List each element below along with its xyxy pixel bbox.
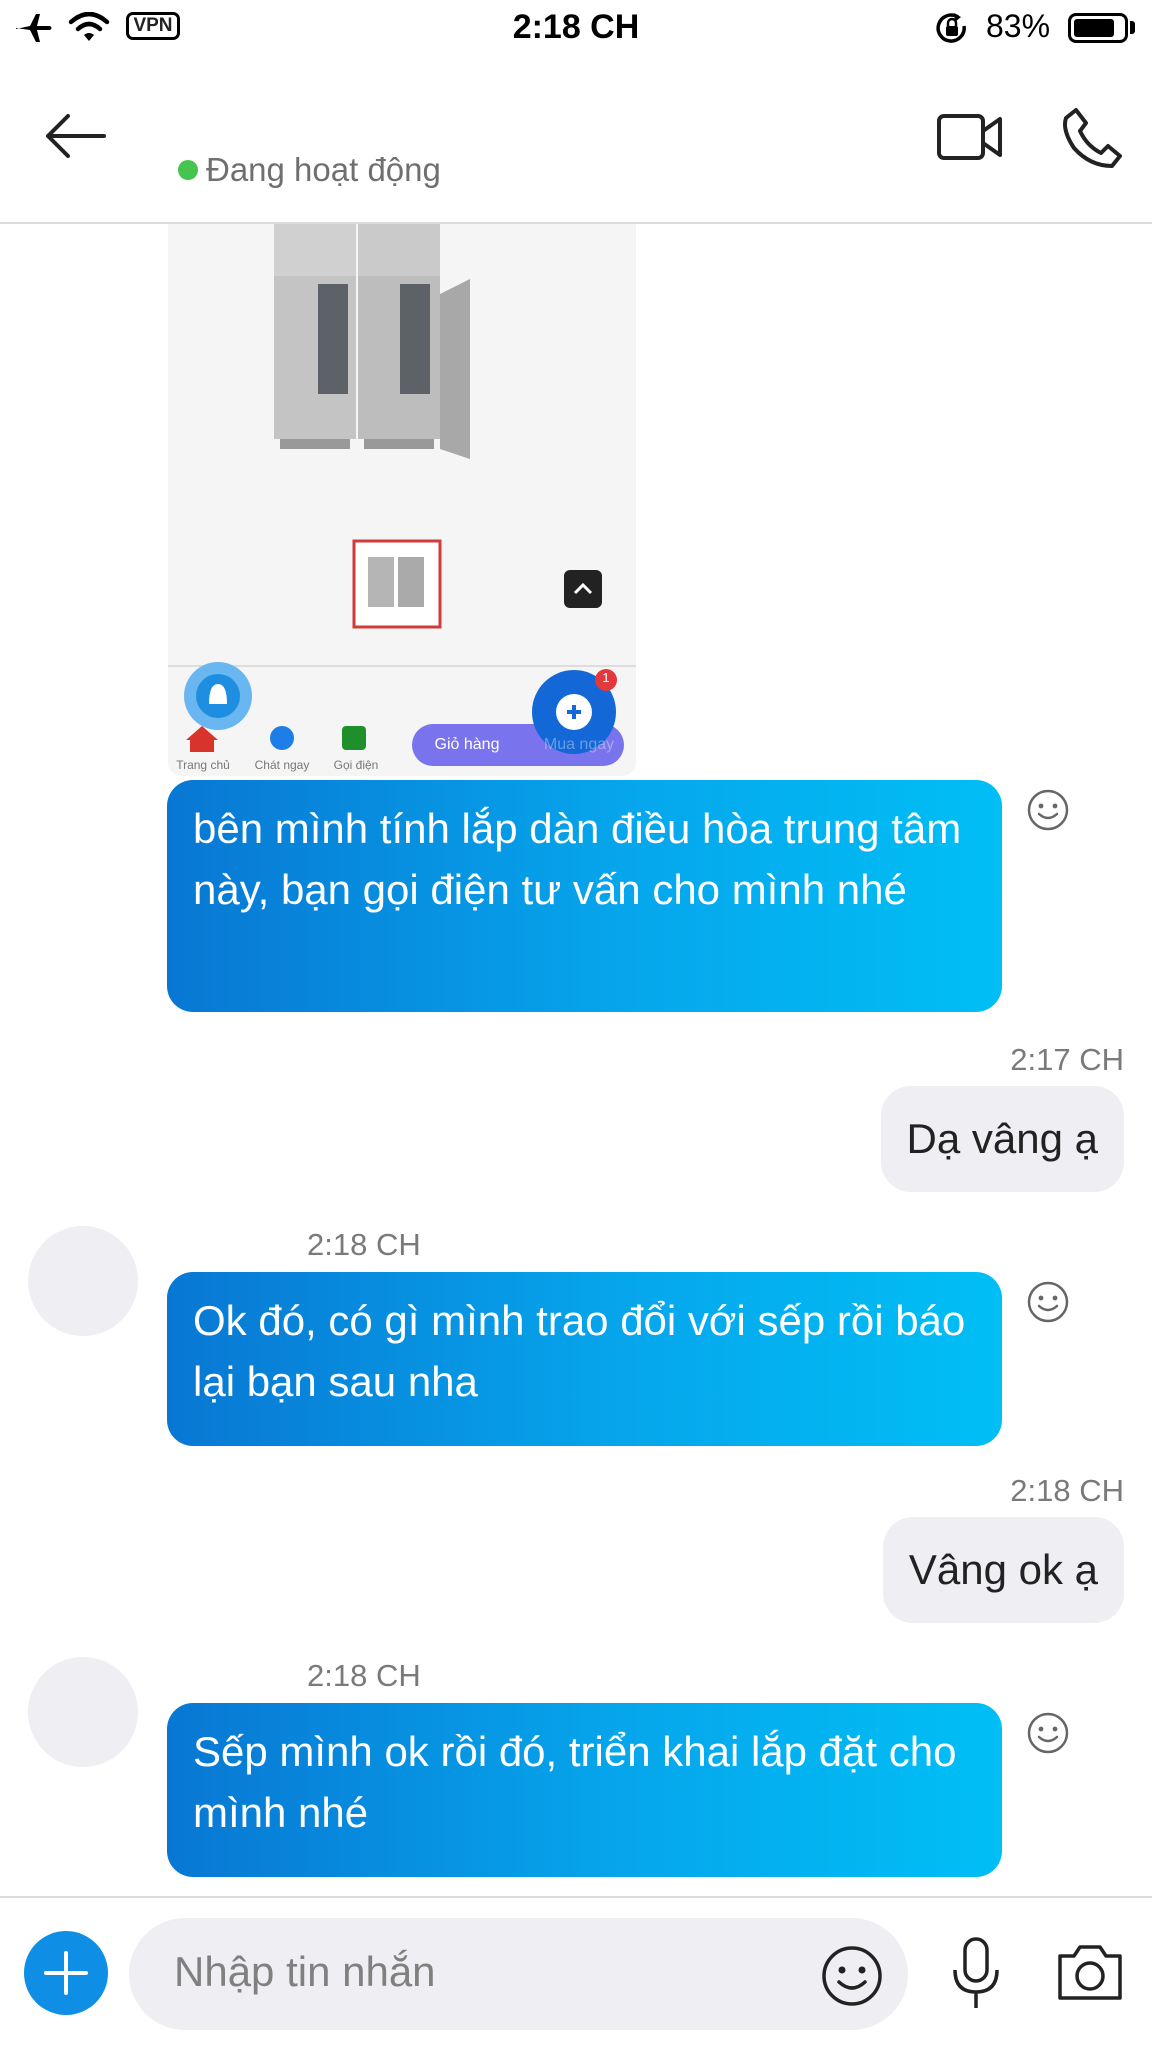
- react-emoji-icon[interactable]: [1026, 1711, 1070, 1755]
- chat-badge: 1: [602, 670, 610, 685]
- message-bubble-incoming[interactable]: Vâng ok ạ: [882, 1517, 1124, 1623]
- orientation-lock-icon: [936, 13, 966, 43]
- online-status: Đang hoạt động: [206, 151, 441, 188]
- battery-icon: [1068, 13, 1128, 43]
- phone-call-icon[interactable]: [1062, 106, 1124, 170]
- avatar[interactable]: [28, 1226, 138, 1336]
- shared-product-image[interactable]: Trang chủ Chát ngay Gọi điện Giỏ hàng Mu…: [168, 224, 636, 776]
- message-list[interactable]: Trang chủ Chát ngay Gọi điện Giỏ hàng Mu…: [0, 224, 1152, 1896]
- react-emoji-icon[interactable]: [1026, 788, 1070, 832]
- status-bar: VPN 2:18 CH 83%: [0, 0, 1152, 58]
- microphone-icon[interactable]: [948, 1936, 1004, 2012]
- message-input-placeholder: Nhập tin nhắn: [174, 1948, 436, 1995]
- camera-icon[interactable]: [1056, 1942, 1124, 2002]
- emoji-icon[interactable]: [820, 1944, 884, 2008]
- message-bubble-outgoing[interactable]: Sếp mình ok rồi đó, triển khai lắp đặt c…: [167, 1703, 1002, 1877]
- message-time: 2:17 CH: [1010, 1042, 1124, 1077]
- nav-call-label: Gọi điện: [333, 758, 379, 772]
- buy-label: Mua ngay: [543, 736, 615, 753]
- plus-icon: [44, 1951, 88, 1995]
- message-time: 2:18 CH: [307, 1658, 421, 1693]
- nav-home-label: Trang chủ: [176, 758, 230, 772]
- avatar[interactable]: [28, 1657, 138, 1767]
- react-emoji-icon[interactable]: [1026, 1280, 1070, 1324]
- cart-label: Giỏ hàng: [434, 736, 500, 753]
- message-bubble-outgoing[interactable]: bên mình tính lắp dàn điều hòa trung tâm…: [167, 780, 1002, 1012]
- battery-cap: [1130, 21, 1135, 34]
- battery-level: [1074, 19, 1114, 37]
- message-bubble-outgoing[interactable]: Ok đó, có gì mình trao đổi với sếp rồi b…: [167, 1272, 1002, 1446]
- message-bubble-incoming[interactable]: Dạ vâng ạ: [880, 1086, 1124, 1192]
- battery-percent: 83%: [986, 8, 1051, 44]
- back-arrow-icon[interactable]: [44, 112, 108, 160]
- message-time: 2:18 CH: [307, 1227, 421, 1262]
- video-call-icon[interactable]: [936, 112, 1004, 164]
- nav-chat-label: Chát ngay: [254, 758, 310, 772]
- add-attachment-button[interactable]: [24, 1931, 108, 2015]
- clock: 2:18 CH: [512, 8, 640, 46]
- message-time: 2:18 CH: [1010, 1473, 1124, 1508]
- product-screenshot: [168, 224, 636, 776]
- online-dot: [178, 160, 198, 180]
